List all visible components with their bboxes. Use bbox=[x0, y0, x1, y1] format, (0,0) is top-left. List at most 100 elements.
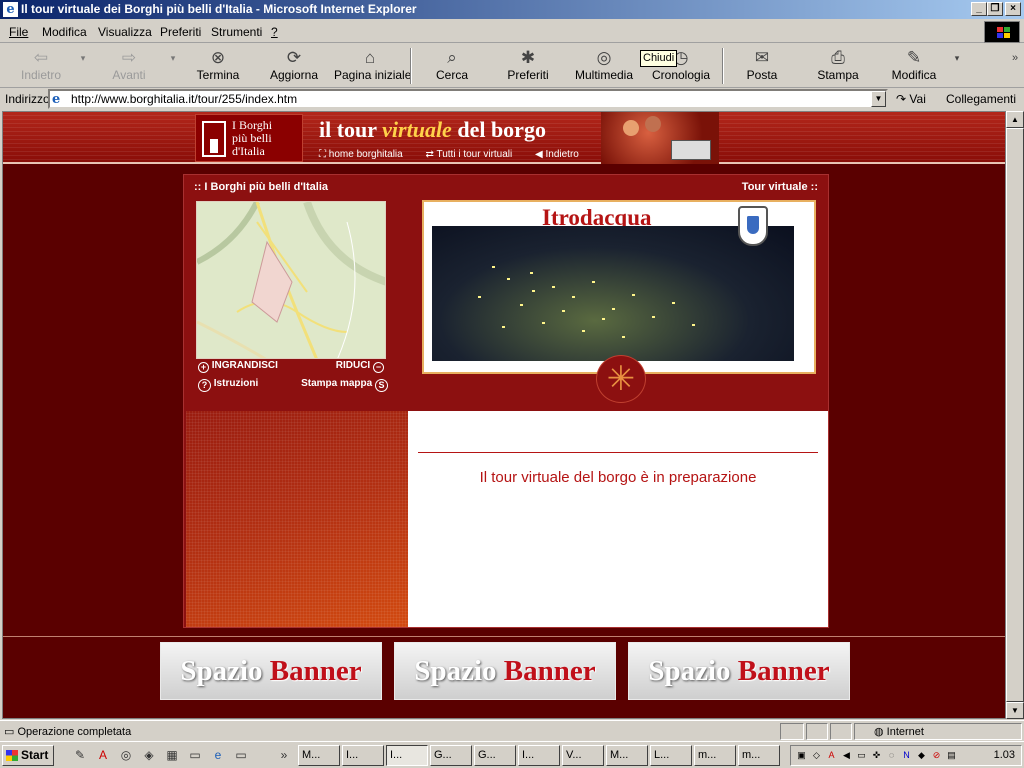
globe-icon: ◍ bbox=[874, 726, 884, 738]
town-map[interactable] bbox=[196, 201, 386, 359]
print-button[interactable]: ⎙ Stampa bbox=[816, 46, 860, 86]
tray-icon[interactable]: ▭ bbox=[855, 749, 868, 762]
page-viewport: I Borghi più belli d'Italia il tour virt… bbox=[2, 111, 1006, 719]
restore-button[interactable]: ❐ bbox=[987, 2, 1003, 16]
task-button[interactable]: I... bbox=[518, 745, 560, 766]
task-button-active[interactable]: I... bbox=[386, 745, 428, 766]
favorites-button[interactable]: ✱ Preferiti bbox=[503, 46, 553, 86]
print-map-button[interactable]: Stampa mappa S bbox=[301, 378, 388, 392]
refresh-button[interactable]: ⟳ Aggiorna bbox=[266, 46, 322, 86]
address-input[interactable]: e http://www.borghitalia.it/tour/255/ind… bbox=[48, 89, 888, 109]
search-button[interactable]: ⌕ Cerca bbox=[430, 46, 474, 86]
task-button[interactable]: G... bbox=[430, 745, 472, 766]
task-button[interactable]: I... bbox=[342, 745, 384, 766]
start-button[interactable]: Start bbox=[2, 745, 54, 766]
close-button[interactable]: × bbox=[1005, 2, 1021, 16]
quicklaunch-media-icon[interactable]: ◎ bbox=[118, 747, 134, 763]
tray-icon[interactable]: ✜ bbox=[870, 749, 883, 762]
tray-icon[interactable]: ◆ bbox=[915, 749, 928, 762]
print-icon: ⎙ bbox=[831, 48, 845, 67]
banner-slot-1[interactable]: Spazio Banner bbox=[160, 642, 382, 700]
search-icon: ⌕ bbox=[447, 48, 457, 67]
menu-strumenti[interactable]: Strumenti bbox=[211, 25, 262, 39]
quicklaunch-acrobat-icon[interactable]: A bbox=[95, 747, 111, 763]
status-text: ▭ Operazione completata bbox=[4, 726, 132, 738]
minimize-button[interactable]: _ bbox=[971, 2, 987, 16]
plus-icon: + bbox=[198, 362, 209, 373]
forward-dropdown[interactable]: ▾ bbox=[166, 46, 180, 86]
menu-visualizza[interactable]: Visualizza bbox=[98, 25, 152, 39]
tooltip: Chiudi bbox=[640, 50, 678, 67]
task-button[interactable]: L... bbox=[650, 745, 692, 766]
toolbar-overflow-chevron-icon[interactable]: » bbox=[1008, 46, 1022, 86]
mail-icon: ✉ bbox=[754, 48, 770, 67]
quicklaunch-pen-icon[interactable]: ✎ bbox=[72, 747, 88, 763]
banner-slot-3[interactable]: Spazio Banner bbox=[628, 642, 850, 700]
windows-logo-icon bbox=[984, 21, 1020, 43]
banner-slot-2[interactable]: Spazio Banner bbox=[394, 642, 616, 700]
tray-icon[interactable]: ◌ bbox=[885, 749, 898, 762]
tray-volume-icon[interactable]: ◀ bbox=[840, 749, 853, 762]
standard-toolbar: ⇦ Indietro ▾ ⇨ Avanti ▾ ⊗ Termina ⟳ Aggiorna… bbox=[0, 44, 1024, 88]
favorites-icon: ✱ bbox=[520, 48, 536, 67]
window-title-bar[interactable]: e Il tour virtuale dei Borghi più belli … bbox=[0, 0, 1024, 19]
quicklaunch-app-icon[interactable]: ◈ bbox=[141, 747, 157, 763]
task-button[interactable]: m... bbox=[738, 745, 780, 766]
go-arrow-icon: ↷ bbox=[896, 92, 907, 106]
menu-help[interactable]: ? bbox=[271, 25, 278, 39]
status-cell bbox=[780, 723, 804, 740]
forward-button[interactable]: ⇨ Avanti bbox=[104, 46, 154, 86]
task-button[interactable]: V... bbox=[562, 745, 604, 766]
media-button[interactable]: ◎ Multimedia bbox=[574, 46, 634, 86]
edit-button[interactable]: ✎ Modifica bbox=[890, 46, 938, 86]
mail-button[interactable]: ✉ Posta bbox=[744, 46, 780, 86]
ie-logo-icon: e bbox=[3, 2, 18, 17]
taskbar: Start ✎ A ◎ ◈ ▦ ▭ e ▭ » M... I... I... G… bbox=[0, 741, 1024, 768]
home-button[interactable]: ⌂ Pagina iniziale bbox=[334, 46, 411, 86]
menu-preferiti[interactable]: Preferiti bbox=[160, 25, 201, 39]
address-dropdown-icon[interactable]: ▼ bbox=[871, 91, 886, 107]
go-button[interactable]: ↷ Vai bbox=[896, 92, 926, 106]
task-button[interactable]: M... bbox=[606, 745, 648, 766]
quicklaunch-chevron-icon[interactable]: » bbox=[276, 747, 292, 763]
tray-icon[interactable]: N bbox=[900, 749, 913, 762]
help-icon: ? bbox=[198, 379, 211, 392]
logo-text: I Borghi più belli d'Italia bbox=[232, 118, 273, 158]
clock: 1.03 bbox=[993, 749, 1015, 761]
borghi-logo[interactable]: I Borghi più belli d'Italia bbox=[195, 114, 303, 162]
scroll-thumb[interactable] bbox=[1006, 128, 1024, 702]
back-button[interactable]: ⇦ Indietro bbox=[16, 46, 66, 86]
tray-icon[interactable]: ▣ bbox=[795, 749, 808, 762]
address-url[interactable]: http://www.borghitalia.it/tour/255/index… bbox=[71, 92, 297, 106]
vertical-scrollbar[interactable]: ▲ ▼ bbox=[1006, 111, 1024, 719]
quicklaunch-ie-icon[interactable]: e bbox=[210, 747, 226, 763]
menu-file[interactable]: File bbox=[9, 25, 28, 39]
quicklaunch-tv2-icon[interactable]: ▭ bbox=[233, 747, 249, 763]
link-all-tours[interactable]: ⇄ Tutti i tour virtuali bbox=[426, 149, 513, 160]
task-button[interactable]: G... bbox=[474, 745, 516, 766]
link-back[interactable]: ◀ Indietro bbox=[535, 149, 579, 160]
stop-button[interactable]: ⊗ Termina bbox=[192, 46, 244, 86]
security-zone: ◍ Internet bbox=[874, 726, 924, 738]
task-button[interactable]: M... bbox=[298, 745, 340, 766]
zoom-out-button[interactable]: RIDUCI − bbox=[336, 360, 384, 373]
tray-icon[interactable]: ▤ bbox=[945, 749, 958, 762]
toolbar-separator bbox=[722, 48, 724, 84]
scroll-down-icon[interactable]: ▼ bbox=[1006, 702, 1024, 719]
edit-dropdown[interactable]: ▾ bbox=[950, 46, 964, 86]
link-home-borghitalia[interactable]: ⛶ home borghitalia bbox=[319, 149, 403, 160]
instructions-button[interactable]: ? Istruzioni bbox=[198, 378, 258, 392]
tray-icon[interactable]: A bbox=[825, 749, 838, 762]
quicklaunch-tv-icon[interactable]: ▭ bbox=[187, 747, 203, 763]
zoom-in-button[interactable]: + INGRANDISCI bbox=[198, 360, 278, 373]
site-title: il tour virtuale del borgo bbox=[319, 117, 546, 142]
tray-icon[interactable]: ⊘ bbox=[930, 749, 943, 762]
task-button[interactable]: m... bbox=[694, 745, 736, 766]
menu-bar: File Modifica Visualizza Preferiti Strum… bbox=[0, 19, 1024, 43]
scroll-up-icon[interactable]: ▲ bbox=[1006, 111, 1024, 128]
menu-modifica[interactable]: Modifica bbox=[42, 25, 87, 39]
tray-icon[interactable]: ◇ bbox=[810, 749, 823, 762]
toolbar-separator bbox=[410, 48, 412, 84]
quicklaunch-desktop-icon[interactable]: ▦ bbox=[164, 747, 180, 763]
back-dropdown[interactable]: ▾ bbox=[76, 46, 90, 86]
